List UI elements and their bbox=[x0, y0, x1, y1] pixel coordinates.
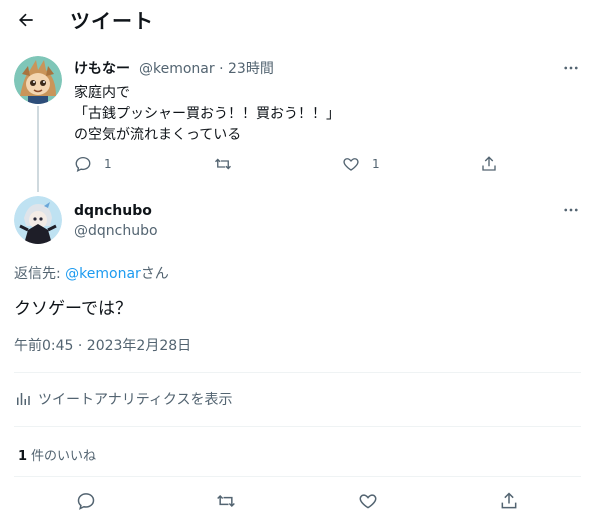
likes-label: 件のいいね bbox=[31, 449, 97, 464]
reply-handle-link[interactable]: @kemonar bbox=[65, 266, 141, 282]
tweet-text-line: 「古銭プッシャー買おう！！買おう！！」 bbox=[74, 106, 340, 122]
retweet-icon bbox=[217, 494, 235, 508]
like-icon bbox=[343, 158, 359, 171]
tweet-meta: @kemonar · 23時間 bbox=[139, 58, 274, 78]
likes-count: 1 bbox=[18, 449, 28, 464]
reply-button[interactable]: 1 bbox=[74, 155, 112, 173]
reply-icon bbox=[75, 156, 91, 172]
separator: · bbox=[214, 61, 228, 77]
like-button[interactable]: 1 bbox=[342, 155, 380, 173]
like-icon bbox=[359, 494, 377, 509]
reply-button[interactable] bbox=[76, 491, 96, 511]
more-icon bbox=[564, 66, 578, 70]
divider bbox=[14, 476, 581, 477]
display-name[interactable]: けもなー bbox=[74, 58, 130, 78]
share-icon bbox=[482, 156, 496, 171]
thread-line bbox=[37, 106, 39, 192]
more-button[interactable] bbox=[559, 56, 583, 80]
reply-suffix: さん bbox=[140, 266, 169, 282]
more-icon bbox=[564, 208, 578, 212]
avatar-image bbox=[14, 196, 62, 244]
back-button[interactable] bbox=[12, 6, 40, 34]
analytics-link[interactable]: ツイートアナリティクスを表示 bbox=[14, 389, 232, 409]
tweet-text: 家庭内で 「古銭プッシャー買おう！！買おう！！」 の空気が流れまくっている bbox=[74, 83, 340, 146]
retweet-button[interactable] bbox=[215, 491, 237, 511]
retweet-button[interactable] bbox=[213, 155, 233, 173]
handle[interactable]: @kemonar bbox=[139, 61, 215, 77]
reply-prefix: 返信先: bbox=[14, 266, 66, 282]
like-count: 1 bbox=[372, 157, 380, 171]
analytics-icon bbox=[17, 393, 30, 405]
share-button[interactable] bbox=[499, 491, 519, 511]
tweet-time[interactable]: 23時間 bbox=[228, 61, 274, 77]
share-icon bbox=[501, 492, 517, 509]
retweet-icon bbox=[215, 158, 231, 170]
analytics-label: ツイートアナリティクスを表示 bbox=[38, 392, 233, 408]
handle[interactable]: @dqnchubo bbox=[74, 223, 158, 239]
divider bbox=[14, 426, 581, 427]
tweet-text-line: 家庭内で bbox=[74, 85, 130, 101]
reply-icon bbox=[77, 493, 95, 510]
tweet-text: クソゲーでは？ bbox=[14, 299, 132, 319]
divider bbox=[14, 372, 581, 373]
reply-context: 返信先: @kemonarさん bbox=[14, 263, 169, 283]
page-title: ツイート bbox=[70, 9, 154, 33]
likes-summary[interactable]: 1 件のいいね bbox=[18, 445, 96, 464]
avatar-image bbox=[14, 56, 62, 104]
reply-count: 1 bbox=[104, 157, 112, 171]
share-button[interactable] bbox=[480, 155, 498, 173]
header: ツイート bbox=[0, 0, 595, 40]
avatar-dqnchubo[interactable] bbox=[14, 196, 62, 244]
back-arrow-icon bbox=[19, 13, 33, 27]
like-button[interactable] bbox=[358, 491, 378, 511]
display-name[interactable]: dqnchubo bbox=[74, 203, 152, 219]
avatar-kemonar[interactable] bbox=[14, 56, 62, 104]
tweet-timestamp[interactable]: 午前0:45 · 2023年2月28日 bbox=[14, 335, 191, 355]
tweet-text-line: の空気が流れまくっている bbox=[74, 127, 242, 143]
more-button[interactable] bbox=[559, 198, 583, 222]
